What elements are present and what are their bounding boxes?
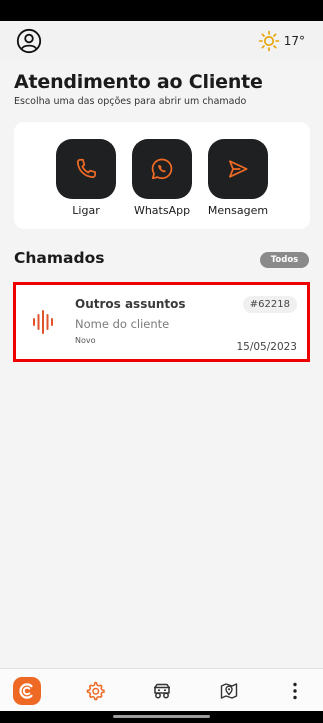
ticket-date: 15/05/2023: [236, 341, 297, 353]
status-bar: [0, 0, 323, 21]
message-button[interactable]: [208, 139, 268, 199]
nav-home-button[interactable]: [13, 677, 41, 705]
weather-widget: 17°: [258, 30, 305, 52]
ticket-status: Novo: [75, 336, 96, 345]
whatsapp-icon: [151, 158, 173, 180]
vehicle-icon: [154, 683, 170, 699]
nav-map-button[interactable]: [215, 677, 243, 705]
home-indicator[interactable]: [113, 715, 210, 718]
user-circle-icon: [16, 28, 42, 54]
page-title: Atendimento ao Cliente: [14, 71, 263, 93]
home-logo-icon: [19, 683, 33, 699]
audio-waveform-icon: [33, 310, 53, 334]
ticket-card[interactable]: Outros assuntos Nome do cliente Novo #62…: [13, 282, 310, 362]
sun-icon: [258, 30, 280, 52]
more-vertical-icon: [293, 682, 297, 700]
gear-settings-icon: [86, 681, 105, 701]
call-action[interactable]: Ligar: [54, 139, 118, 217]
profile-button[interactable]: [16, 28, 42, 54]
whatsapp-label: WhatsApp: [133, 204, 191, 217]
nav-more-button[interactable]: [281, 677, 309, 705]
ticket-title: Outros assuntos: [75, 297, 186, 311]
nav-vehicles-button[interactable]: [148, 677, 176, 705]
contact-options-card: Ligar WhatsApp Mensagem: [14, 122, 310, 229]
tickets-filter-chip[interactable]: Todos: [260, 252, 309, 268]
system-navigation-bar: [0, 711, 323, 723]
nav-settings-button[interactable]: [81, 677, 109, 705]
whatsapp-action[interactable]: WhatsApp: [130, 139, 194, 217]
message-label: Mensagem: [207, 204, 269, 217]
page-subtitle: Escolha uma das opções para abrir um cha…: [14, 96, 247, 107]
weather-temperature: 17°: [283, 34, 305, 48]
send-icon: [229, 160, 248, 178]
ticket-id-badge: #62218: [242, 296, 297, 313]
call-label: Ligar: [72, 204, 100, 217]
call-button[interactable]: [56, 139, 116, 199]
whatsapp-button[interactable]: [132, 139, 192, 199]
map-pin-icon: [220, 683, 238, 699]
top-bar: 17°: [0, 21, 323, 61]
message-action[interactable]: Mensagem: [206, 139, 270, 217]
tickets-section-title: Chamados: [14, 249, 105, 267]
phone-icon: [76, 158, 96, 178]
bottom-navigation: [0, 668, 323, 711]
ticket-client-name: Nome do cliente: [75, 317, 170, 331]
